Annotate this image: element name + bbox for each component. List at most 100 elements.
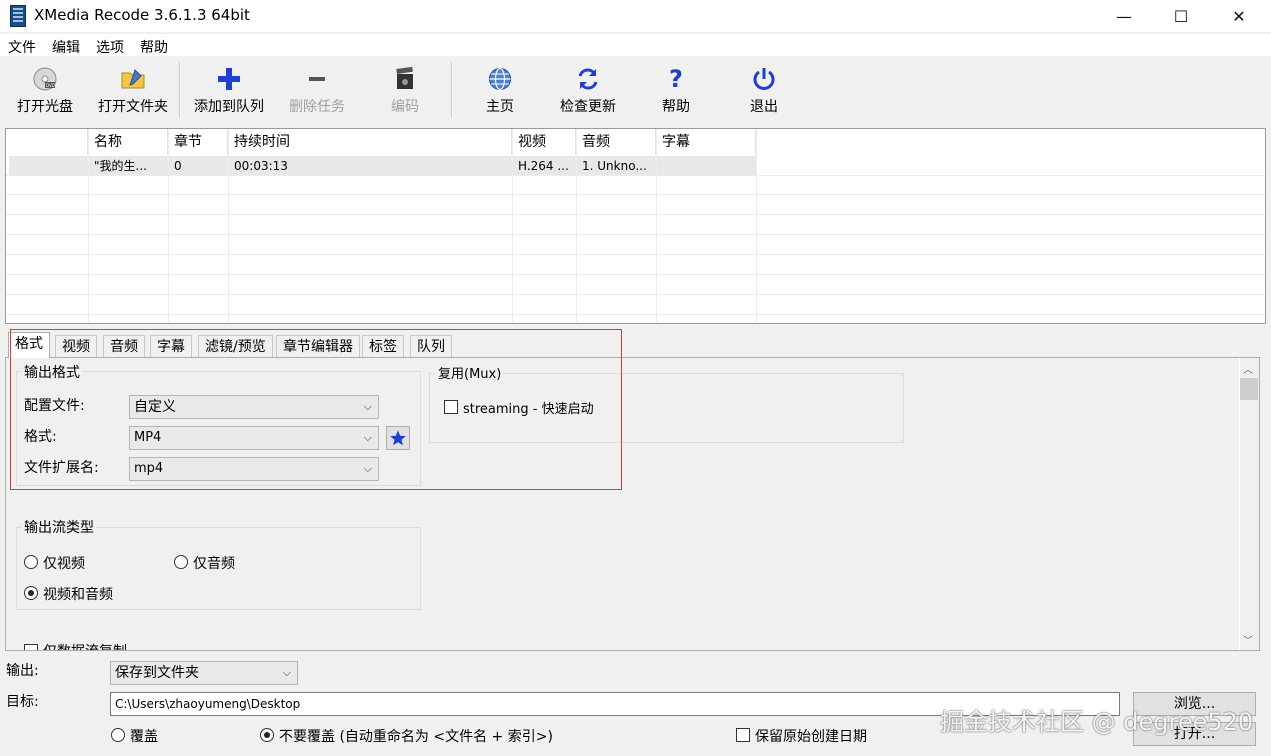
help-label: 帮助 [662, 99, 690, 115]
check-update-label: 检查更新 [560, 99, 616, 115]
power-icon [751, 66, 777, 92]
scroll-thumb[interactable] [1240, 378, 1258, 400]
globe-icon [487, 66, 513, 92]
folder-icon [120, 66, 146, 92]
menu-options[interactable]: 选项 [96, 37, 124, 57]
maximize-button[interactable]: ☐ [1152, 0, 1210, 32]
scroll-up-icon[interactable]: ︿ [1243, 361, 1253, 376]
favorite-button[interactable] [386, 426, 410, 450]
output-value: 保存到文件夹 [115, 665, 199, 681]
profile-label: 配置文件: [24, 398, 85, 414]
open-folder-label: 打开文件夹 [98, 99, 168, 115]
grid-line [6, 194, 1265, 195]
encode-label: 编码 [391, 99, 419, 115]
tab-subtitle[interactable]: 字幕 [150, 335, 192, 357]
help-button[interactable]: ? 帮助 [654, 62, 698, 118]
grid-line [6, 234, 1265, 235]
close-button[interactable]: ✕ [1210, 0, 1268, 32]
column-header-duration[interactable]: 持续时间 [228, 129, 512, 155]
column-header-audio[interactable]: 音频 [576, 129, 656, 155]
file-list-table[interactable]: 名称 章节 持续时间 视频 音频 字幕 "我的生... 0 00:03:13 H… [5, 128, 1266, 324]
film-clapper-icon [392, 66, 418, 92]
video-only-label: 仅视频 [43, 556, 85, 572]
tab-chapter-editor[interactable]: 章节编辑器 [276, 335, 360, 357]
table-cell-video: H.264 ... [518, 159, 569, 173]
menu-bar [0, 34, 1271, 56]
minimize-button[interactable]: — [1095, 0, 1153, 32]
dvd-disc-icon: DVD [32, 66, 58, 92]
extension-value: mp4 [134, 461, 164, 476]
keep-date-checkbox[interactable] [736, 728, 750, 742]
overwrite-label: 覆盖 [130, 729, 158, 745]
refresh-icon [575, 66, 601, 92]
mux-group-label: 复用(Mux) [436, 363, 504, 382]
tab-tags[interactable]: 标签 [362, 335, 404, 357]
extension-dropdown[interactable]: mp4 ⌵ [129, 457, 379, 481]
check-update-button[interactable]: 检查更新 [553, 62, 623, 118]
tab-video[interactable]: 视频 [55, 335, 97, 357]
vertical-scrollbar[interactable] [1240, 358, 1259, 650]
video-only-radio[interactable] [24, 555, 38, 569]
question-mark-icon: ? [669, 65, 683, 93]
delete-task-button[interactable]: 删除任务 [284, 62, 350, 118]
encode-button[interactable]: 编码 [378, 62, 432, 118]
column-header-chapter[interactable]: 章节 [168, 129, 228, 155]
audio-only-radio[interactable] [174, 555, 188, 569]
column-header[interactable] [6, 129, 88, 155]
table-cell-duration: 00:03:13 [234, 159, 288, 173]
menu-file[interactable]: 文件 [8, 37, 36, 57]
target-label: 目标: [6, 694, 39, 710]
overwrite-radio[interactable] [111, 728, 125, 742]
profile-value: 自定义 [134, 399, 176, 415]
grid-line [6, 294, 1265, 295]
menu-help[interactable]: 帮助 [140, 37, 168, 57]
exit-button[interactable]: 退出 [742, 62, 786, 118]
grid-line [6, 254, 1265, 255]
partial-row: 仅数据流复制 [6, 640, 606, 650]
add-to-queue-label: 添加到队列 [194, 99, 264, 115]
partial-checkbox[interactable] [24, 644, 38, 650]
video-and-audio-label: 视频和音频 [43, 587, 113, 603]
minus-icon [304, 66, 330, 92]
keep-date-label: 保留原始创建日期 [755, 729, 867, 745]
tab-queue[interactable]: 队列 [410, 335, 452, 357]
column-header-video[interactable]: 视频 [512, 129, 576, 155]
streaming-label: streaming - 快速启动 [463, 402, 594, 417]
video-and-audio-radio[interactable] [24, 586, 38, 600]
column-header-name[interactable]: 名称 [88, 129, 168, 155]
open-disc-label: 打开光盘 [17, 99, 73, 115]
toolbar-separator [451, 62, 453, 118]
window-title: XMedia Recode 3.6.1.3 64bit [34, 6, 250, 24]
output-label: 输出: [6, 663, 39, 679]
no-overwrite-radio[interactable] [260, 728, 274, 742]
grid-line [6, 314, 1265, 315]
column-header-subtitle[interactable]: 字幕 [656, 129, 756, 155]
format-value: MP4 [134, 430, 162, 445]
output-dropdown[interactable]: 保存到文件夹 ⌵ [110, 661, 298, 685]
open-folder-button[interactable]: 打开文件夹 [93, 62, 173, 118]
chevron-down-icon: ⌵ [363, 462, 372, 475]
watermark: 掘金技术社区 @ degree520 [940, 708, 1254, 736]
chevron-down-icon: ⌵ [282, 666, 291, 679]
format-dropdown[interactable]: MP4 ⌵ [129, 426, 379, 450]
svg-text:DVD: DVD [46, 83, 55, 88]
streaming-checkbox[interactable] [444, 400, 458, 414]
audio-only-label: 仅音频 [193, 556, 235, 572]
partial-label: 仅数据流复制 [43, 641, 127, 650]
profile-dropdown[interactable]: 自定义 ⌵ [129, 395, 379, 419]
format-label: 格式: [24, 429, 57, 445]
home-button[interactable]: 主页 [473, 62, 527, 118]
add-to-queue-button[interactable]: 添加到队列 [189, 62, 269, 118]
grid-line [6, 175, 1265, 176]
grid-line [6, 274, 1265, 275]
star-icon [390, 430, 406, 446]
scroll-down-icon[interactable]: ﹀ [1243, 632, 1253, 647]
open-disc-button[interactable]: DVD 打开光盘 [12, 62, 78, 118]
chevron-down-icon: ⌵ [363, 400, 372, 413]
grid-line [6, 214, 1265, 215]
menu-edit[interactable]: 编辑 [52, 37, 80, 57]
tab-format[interactable]: 格式 [8, 332, 50, 358]
tab-audio[interactable]: 音频 [103, 335, 145, 357]
stream-type-group-label: 输出流类型 [22, 517, 96, 537]
tab-filter-preview[interactable]: 滤镜/预览 [198, 335, 273, 357]
